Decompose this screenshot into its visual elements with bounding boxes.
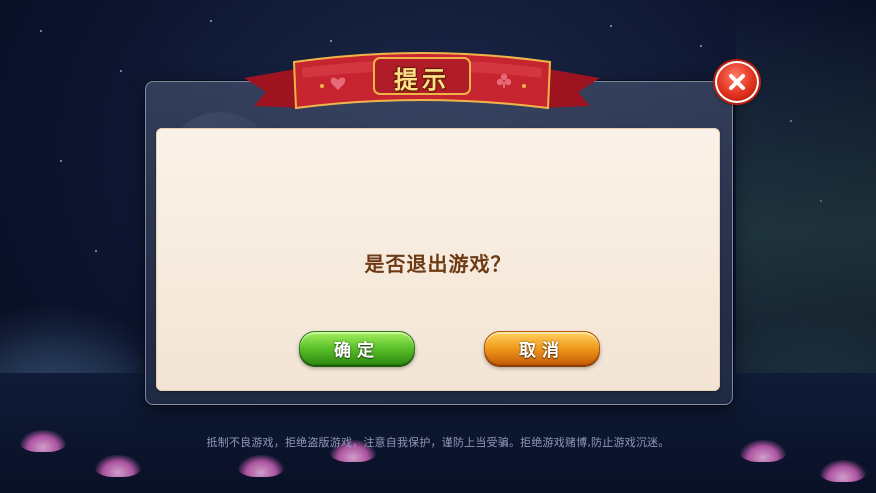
lotus-flower [95,455,141,477]
close-button[interactable] [715,61,759,103]
cancel-button-label: 取消 [519,340,565,361]
cancel-button[interactable]: 取消 [484,331,600,365]
lotus-flower [238,455,284,477]
willow-tree [736,0,876,420]
anti-addiction-notice: 抵制不良游戏，拒绝盗版游戏，注意自我保护，谨防上当受骗。拒绝游戏赌博,防止游戏沉… [206,436,670,449]
dialog-title: 提示 [394,65,450,94]
close-icon [729,74,745,90]
confirm-button-label: 确定 [334,340,380,361]
lotus-flower [820,460,866,482]
dialog-content-panel: 是否退出游戏？ 确定 取消 [156,128,720,391]
dialog-message: 是否退出游戏？ [364,252,512,276]
confirm-button[interactable]: 确定 [299,331,415,365]
title-ribbon: 提示 [242,50,602,122]
exit-dialog: 是否退出游戏？ 确定 取消 [145,81,733,405]
